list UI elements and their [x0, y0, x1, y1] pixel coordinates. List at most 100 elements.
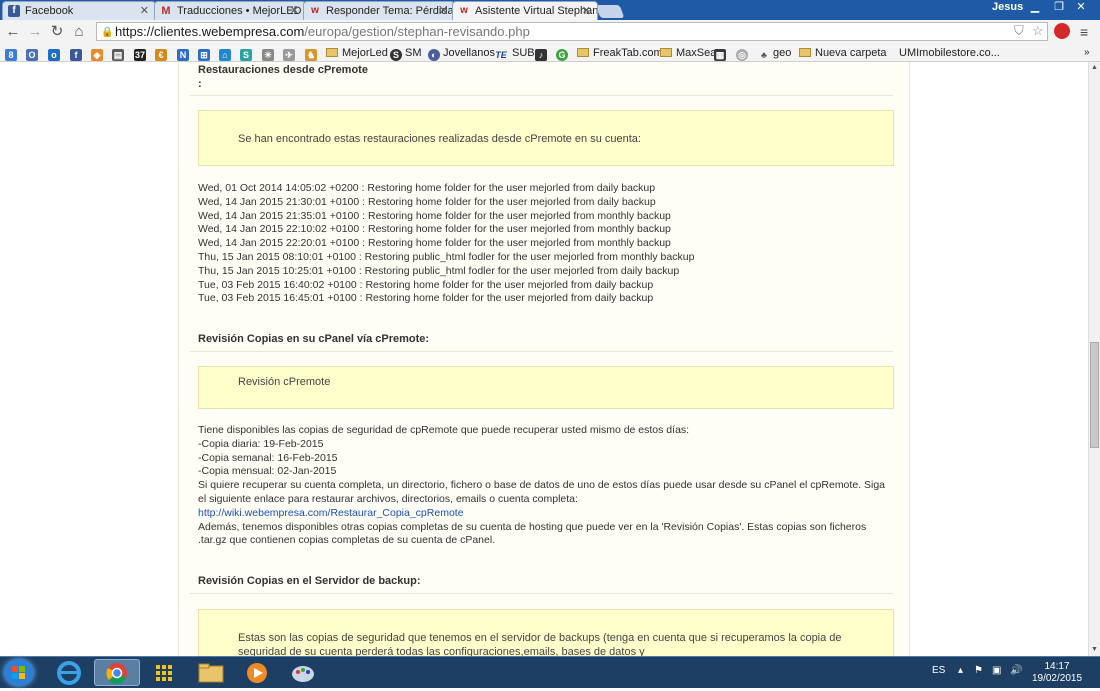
- forward-icon[interactable]: →: [26, 23, 44, 41]
- star-icon[interactable]: ☆: [1032, 23, 1044, 39]
- bookmark-label: MejorLed: [342, 47, 388, 59]
- tab-responder[interactable]: w Responder Tema: Pérdida ✕: [303, 1, 455, 20]
- page-viewport: Restauraciones desde cPremote : Se han e…: [0, 62, 1088, 656]
- bookmark-umimobilestore[interactable]: UMImobilestore.co...: [899, 46, 1000, 60]
- network-icon[interactable]: ▣: [992, 665, 1001, 676]
- close-icon[interactable]: ✕: [439, 2, 448, 20]
- folder-icon: [577, 48, 589, 57]
- bookmark-icon[interactable]: ⌂: [219, 46, 234, 61]
- url-host: https://clientes.webempresa.com: [115, 24, 305, 39]
- apps-grid-icon[interactable]: [142, 659, 188, 686]
- divider: [190, 593, 893, 594]
- bookmark-geo[interactable]: ♣ geo: [758, 46, 791, 60]
- bookmark-icon[interactable]: ♞: [305, 46, 320, 61]
- bookmark-nueva-carpeta[interactable]: Nueva carpeta: [799, 46, 887, 60]
- bookmark-icon[interactable]: €: [155, 46, 170, 61]
- log-line: Tue, 03 Feb 2015 16:45:01 +0100 : Restor…: [198, 292, 654, 305]
- tab-traducciones[interactable]: M Traducciones • MejorLED ✕: [154, 1, 306, 20]
- content-panel: Restauraciones desde cPremote : Se han e…: [178, 62, 910, 656]
- tab-label: Asistente Virtual Stephan: [475, 5, 598, 17]
- bookmark-icon[interactable]: ◆: [91, 46, 106, 61]
- close-icon[interactable]: ✕: [582, 2, 591, 20]
- bookmark-icon[interactable]: ⊞: [198, 46, 213, 61]
- paint-icon[interactable]: [280, 659, 326, 686]
- bookmark-icon[interactable]: G: [556, 46, 571, 61]
- show-hidden-icons-icon[interactable]: ▴: [958, 665, 963, 676]
- folder-icon: [326, 48, 338, 57]
- media-player-icon[interactable]: [234, 659, 280, 686]
- heading-colon: :: [198, 78, 202, 90]
- profile-name[interactable]: Jesus: [992, 1, 1023, 13]
- windows-taskbar: ES ▴ ⚑ ▣ 🔊 14:17 19/02/2015: [0, 656, 1100, 688]
- close-window-icon[interactable]: ✕: [1070, 1, 1092, 14]
- log-line: Wed, 14 Jan 2015 21:30:01 +0100 : Restor…: [198, 195, 656, 208]
- bookmark-icon[interactable]: ▦: [714, 46, 729, 61]
- back-icon[interactable]: ←: [4, 23, 22, 41]
- section-heading: Revisión Copias en su cPanel vía cPremot…: [198, 333, 430, 345]
- reload-icon[interactable]: ↻: [48, 23, 66, 41]
- scrollbar-thumb[interactable]: [1090, 342, 1099, 448]
- outlook-icon[interactable]: o: [48, 46, 63, 61]
- folder-icon: [660, 48, 672, 57]
- log-line: Thu, 15 Jan 2015 10:25:01 +0100 : Restor…: [198, 264, 680, 277]
- file-explorer-icon[interactable]: [188, 659, 234, 686]
- bookmark-freaktab[interactable]: FreakTab.com: [577, 46, 663, 60]
- more-bookmarks-icon[interactable]: »: [1084, 46, 1090, 60]
- extension-icon[interactable]: [1054, 23, 1070, 39]
- scroll-down-icon[interactable]: ▼: [1090, 645, 1099, 654]
- address-bar[interactable]: 🔒 https://clientes.webempresa.com/europa…: [96, 22, 1048, 41]
- close-icon[interactable]: ✕: [140, 2, 149, 20]
- section-heading: Restauraciones desde cPremote: [198, 64, 368, 76]
- bookmark-sm[interactable]: S SM: [390, 46, 422, 61]
- restore-icon[interactable]: ❐: [1048, 1, 1070, 14]
- chrome-icon[interactable]: [94, 659, 140, 686]
- volume-icon[interactable]: 🔊: [1010, 665, 1022, 676]
- home-icon[interactable]: ⌂: [70, 23, 88, 41]
- windows-logo-icon: [12, 666, 25, 679]
- bookmarks-bar: 8 O o f ◆ ▤ 37 € N ⊞ ⌂ S ☀ ✈ ♞ MejorLed …: [0, 44, 1100, 62]
- divider: [190, 351, 893, 352]
- bookmark-jovellanos[interactable]: ◐ Jovellanos: [428, 46, 495, 61]
- apps-icon[interactable]: 8: [5, 46, 20, 61]
- tab-asistente[interactable]: w Asistente Virtual Stephan ✕: [452, 1, 598, 20]
- menu-icon[interactable]: ≡: [1080, 24, 1096, 40]
- new-tab-button[interactable]: [595, 5, 625, 18]
- shield-icon[interactable]: ⛉: [1014, 23, 1024, 39]
- monthly-copy: -Copia mensual: 02-Jan-2015: [198, 465, 337, 478]
- bookmark-icon[interactable]: ▤: [112, 46, 127, 61]
- bookmark-label: UMImobilestore.co...: [899, 47, 1000, 59]
- facebook-icon: f: [8, 5, 20, 17]
- bookmark-mejorled[interactable]: MejorLed: [326, 46, 388, 60]
- webempresa-icon: w: [460, 5, 468, 16]
- log-line: Thu, 15 Jan 2015 08:10:01 +0100 : Restor…: [198, 250, 695, 263]
- notice-text: Estas son las copias de seguridad que te…: [238, 632, 842, 656]
- vertical-scrollbar[interactable]: ▲ ▼: [1088, 62, 1100, 656]
- bookmark-maxsea[interactable]: MaxSea: [660, 46, 716, 60]
- bookmark-label: SUB: [512, 47, 535, 59]
- clock-time: 14:17: [1044, 661, 1070, 672]
- scroll-up-icon[interactable]: ▲: [1090, 63, 1099, 72]
- start-button[interactable]: [4, 659, 34, 686]
- bookmark-icon[interactable]: ☀: [262, 46, 277, 61]
- facebook-icon[interactable]: f: [70, 46, 85, 61]
- minimize-icon[interactable]: ▁: [1024, 1, 1046, 14]
- language-indicator[interactable]: ES: [932, 665, 945, 676]
- bookmark-icon[interactable]: N: [177, 46, 192, 61]
- bookmark-icon[interactable]: S: [240, 46, 255, 61]
- wiki-link[interactable]: http://wiki.webempresa.com/Restaurar_Cop…: [198, 507, 464, 519]
- bookmark-icon[interactable]: O: [26, 46, 41, 61]
- bookmark-icon[interactable]: ◎: [736, 46, 751, 61]
- bookmark-icon[interactable]: ✈: [283, 46, 298, 61]
- bookmark-sub[interactable]: TE SUB: [493, 46, 535, 60]
- clock[interactable]: 14:17 19/02/2015: [1030, 661, 1084, 685]
- log-line: Wed, 14 Jan 2015 22:10:02 +0100 : Restor…: [198, 223, 671, 236]
- paragraph: Además, tenemos disponibles otras copias…: [198, 520, 867, 547]
- close-icon[interactable]: ✕: [290, 2, 299, 20]
- paragraph: Si quiere recuperar su cuenta completa, …: [198, 479, 886, 505]
- bookmark-icon[interactable]: 37: [134, 46, 149, 61]
- bookmark-icon[interactable]: ♪: [535, 46, 550, 61]
- tab-facebook[interactable]: f Facebook ✕: [2, 1, 156, 20]
- internet-explorer-icon[interactable]: [46, 659, 92, 686]
- url-path: /europa/gestion/stephan-revisando.php: [304, 24, 530, 39]
- flag-icon[interactable]: ⚑: [974, 665, 983, 676]
